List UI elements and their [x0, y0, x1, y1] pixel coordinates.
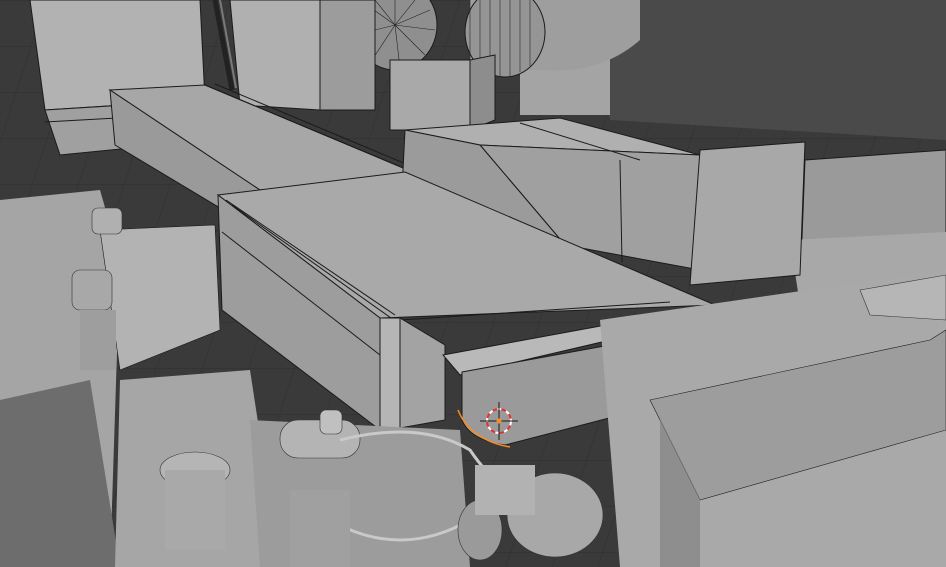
- scene-render[interactable]: [0, 0, 946, 567]
- right-floor-slab[interactable]: [600, 270, 946, 567]
- 3d-viewport[interactable]: [0, 0, 946, 567]
